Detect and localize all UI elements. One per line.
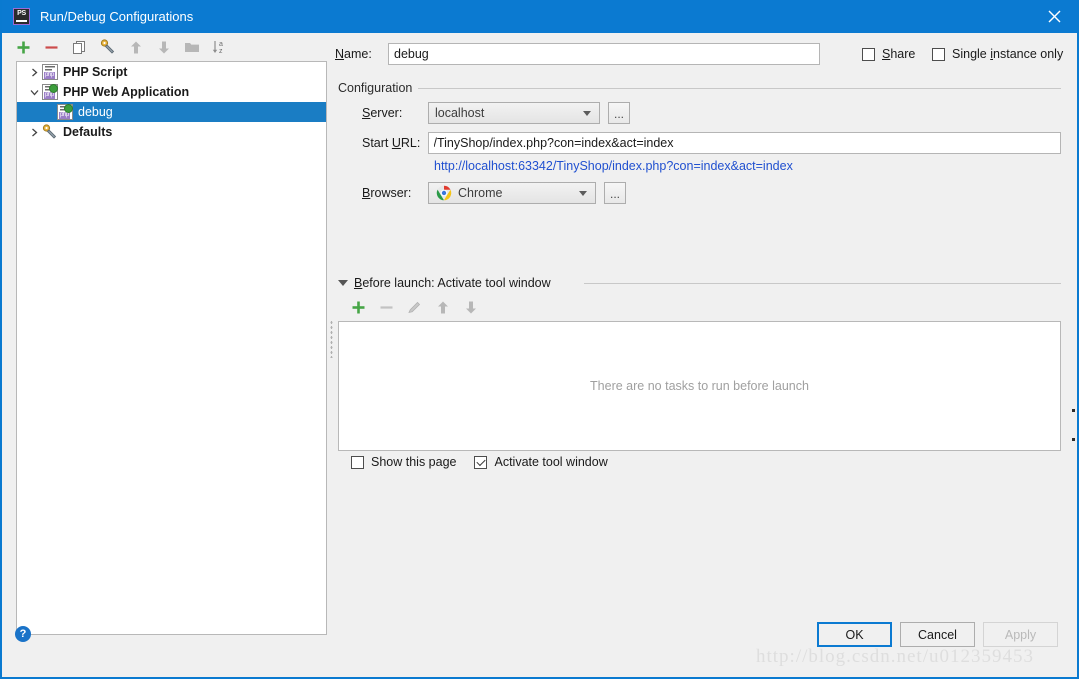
minus-icon[interactable] [43,39,60,56]
empty-tasks-message: There are no tasks to run before launch [590,379,809,393]
scroll-marker [1072,409,1075,412]
php-web-app-icon: php [42,84,58,100]
tree-node-label: Defaults [63,125,113,139]
browser-browse-button[interactable]: ... [604,182,626,204]
arrow-up-icon [434,299,451,316]
tree-node-label: debug [78,105,113,119]
window-titlebar: PS Run/Debug Configurations [2,0,1077,33]
server-select[interactable]: localhost [428,102,600,124]
svg-text:z: z [219,48,223,55]
start-url-label: Start URL: [362,136,421,150]
tree-node-debug[interactable]: php debug [17,102,326,122]
before-launch-header[interactable]: Before launch: Activate tool window [338,276,1061,290]
server-row: Server: localhost ... [338,102,1061,124]
folder-icon [183,39,200,56]
activate-tool-window-checkbox[interactable]: Activate tool window [474,455,608,469]
arrow-up-icon [127,39,144,56]
tree-node-defaults[interactable]: Defaults [17,122,326,142]
copy-icon[interactable] [71,39,88,56]
activate-tool-window-checkbox-box[interactable] [474,455,488,469]
wrench-icon [42,124,58,140]
browser-label: Browser: [362,186,412,200]
chevron-down-icon [583,111,591,116]
browser-row: Browser: Chrome ... [338,182,1061,204]
php-web-app-icon: php [57,104,73,120]
before-launch-tasks-list[interactable]: There are no tasks to run before launch [338,321,1061,451]
chevron-down-icon [579,191,587,196]
close-icon[interactable] [1032,0,1077,33]
dialog-footer: ? OK Cancel Apply [2,614,1077,677]
activate-tool-window-label: Activate tool window [494,455,608,469]
group-divider [338,88,1061,89]
before-launch-toolbar [338,294,1061,320]
pane-splitter[interactable] [327,33,335,645]
before-launch-options: Show this page Activate tool window [351,455,608,469]
php-script-icon: php [42,64,58,80]
before-launch-title: Before launch: Activate tool window [354,276,558,290]
splitter-grip [329,320,333,358]
arrow-down-icon [462,299,479,316]
phpstorm-icon: PS [13,8,30,25]
show-this-page-checkbox[interactable]: Show this page [351,455,456,469]
apply-button: Apply [983,622,1058,647]
configuration-group: Configuration Server: localhost ... Star… [338,81,1061,241]
tree-node-label: PHP Web Application [63,85,190,99]
minus-icon [378,299,395,316]
single-instance-checkbox-box[interactable] [932,47,945,61]
tree-node-php-script[interactable]: php PHP Script [17,62,326,82]
chevron-right-icon[interactable] [27,68,42,77]
plus-icon[interactable] [350,299,367,316]
configuration-editor-pane: Name: Share Single instance only Configu… [335,33,1077,645]
scroll-marker [1072,438,1075,441]
arrow-down-icon [155,39,172,56]
single-instance-checkbox-label: Single instance only [952,47,1064,61]
chrome-icon [436,185,452,201]
share-checkbox-label: Share [882,47,916,61]
tree-node-php-web-application[interactable]: php PHP Web Application [17,82,326,102]
dialog-body: a z php PHP Script php PHP Web Applicati… [2,33,1077,645]
server-browse-button[interactable]: ... [608,102,630,124]
window-title: Run/Debug Configurations [40,9,194,24]
run-debug-configurations-dialog: PS Run/Debug Configurations a z php PHP … [0,0,1079,679]
cancel-button[interactable]: Cancel [900,622,975,647]
share-checkbox-box[interactable] [862,47,875,61]
start-url-row: Start URL: [338,132,1061,154]
name-label: Name: [335,47,372,61]
browser-select[interactable]: Chrome [428,182,596,204]
show-this-page-label: Show this page [371,455,457,469]
plus-icon[interactable] [15,39,32,56]
help-icon[interactable]: ? [15,626,31,642]
sort-az-icon: a z [211,39,228,56]
show-this-page-checkbox-box[interactable] [351,455,364,469]
server-select-value: localhost [435,106,485,120]
ok-button[interactable]: OK [817,622,892,647]
start-url-input[interactable] [427,132,1061,154]
browser-select-value: Chrome [458,186,503,200]
configurations-pane: a z php PHP Script php PHP Web Applicati… [2,33,335,645]
name-input[interactable] [388,43,820,65]
wrench-icon[interactable] [99,39,116,56]
svg-text:a: a [219,41,223,48]
server-label: Server: [362,106,403,120]
pencil-icon [406,299,423,316]
configurations-tree[interactable]: php PHP Script php PHP Web Application p… [16,61,327,635]
tree-node-label: PHP Script [63,65,128,79]
dialog-buttons: OK Cancel Apply [817,622,1058,647]
chevron-down-icon[interactable] [27,88,42,97]
single-instance-checkbox[interactable]: Single instance only [932,47,1063,61]
before-launch-section: Before launch: Activate tool window Ther… [338,276,1061,451]
caret-down-icon[interactable] [338,280,348,286]
resolved-url-link[interactable]: http://localhost:63342/TinyShop/index.ph… [434,159,793,173]
configuration-group-title: Configuration [338,81,419,95]
chevron-right-icon[interactable] [27,128,42,137]
share-checkbox[interactable]: Share [862,47,915,61]
group-divider [584,283,1061,284]
configurations-toolbar: a z [2,33,335,61]
